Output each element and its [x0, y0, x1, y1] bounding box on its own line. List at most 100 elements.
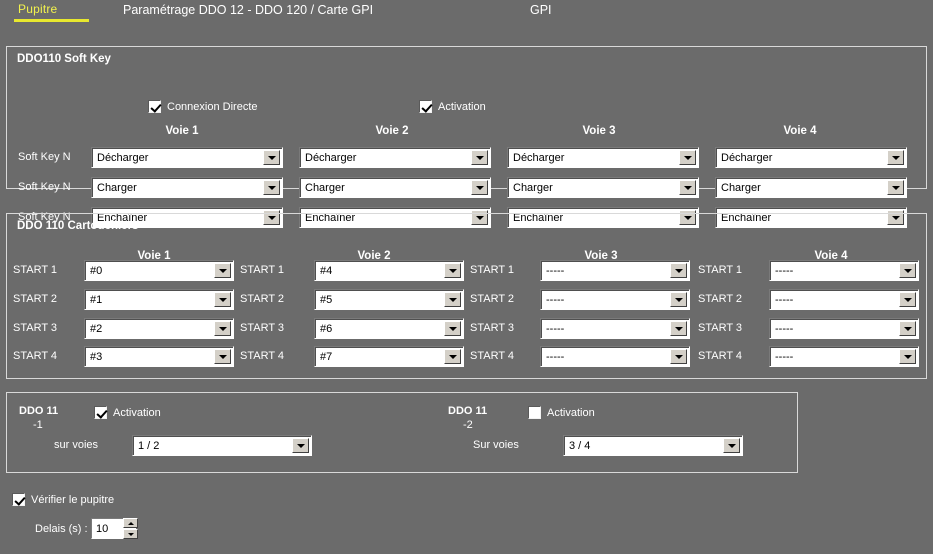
chevron-down-icon[interactable]: [214, 292, 231, 307]
cartouchiers-combo-start3-voie3[interactable]: -----: [540, 318, 690, 339]
delais-label: Delais (s) :: [35, 523, 88, 535]
chevron-down-icon[interactable]: [670, 321, 687, 336]
chevron-down-icon[interactable]: [670, 349, 687, 364]
tab-pupitre-underline: [14, 19, 89, 22]
softkey-activation-label: Activation: [438, 100, 486, 113]
cartouchiers-combo-start1-voie1[interactable]: #0: [84, 260, 234, 281]
softkey-combo-r2-voie3[interactable]: Charger: [507, 177, 699, 198]
softkey-combo-r1-voie4[interactable]: Décharger: [715, 147, 907, 168]
softkey-combo-r2-voie1[interactable]: Charger: [91, 177, 283, 198]
cartouchiers-row-label-2-voie2: START 2: [240, 293, 285, 305]
cartouchiers-combo-start4-voie2-value: #7: [320, 350, 333, 363]
chevron-down-icon[interactable]: [723, 438, 740, 453]
chevron-down-icon[interactable]: [444, 321, 461, 336]
softkey-combo-r1-voie3-value: Décharger: [513, 151, 565, 164]
softkey-combo-r1-voie1[interactable]: Décharger: [91, 147, 283, 168]
chevron-down-icon[interactable]: [263, 150, 280, 165]
cartouchiers-combo-start3-voie4[interactable]: -----: [769, 318, 919, 339]
softkey-combo-r1-voie3[interactable]: Décharger: [507, 147, 699, 168]
softkey-col-header-voie1: Voie 1: [165, 125, 199, 137]
delais-stepper-buttons[interactable]: [123, 518, 138, 539]
ddo11-left-voies-combo[interactable]: 1 / 2: [132, 435, 312, 456]
tab-pupitre[interactable]: Pupitre: [18, 2, 57, 18]
cartouchiers-combo-start2-voie4-value: -----: [775, 293, 794, 306]
cartouchiers-row-label-4-voie2: START 4: [240, 350, 285, 362]
chevron-down-icon[interactable]: [899, 321, 916, 336]
cartouchiers-combo-start2-voie3-value: -----: [546, 293, 565, 306]
cartouchiers-combo-start2-voie2[interactable]: #5: [314, 289, 464, 310]
ddo11-right-activation-label: Activation: [547, 406, 595, 419]
cartouchiers-row-label-3-voie3: START 3: [470, 322, 515, 334]
chevron-down-icon[interactable]: [444, 349, 461, 364]
ddo11-right-voies-combo[interactable]: 3 / 4: [563, 435, 743, 456]
chevron-down-icon[interactable]: [899, 292, 916, 307]
chevron-down-icon[interactable]: [679, 180, 696, 195]
cartouchiers-combo-start4-voie4[interactable]: -----: [769, 346, 919, 367]
chevron-down-icon[interactable]: [444, 292, 461, 307]
chevron-down-icon[interactable]: [292, 438, 309, 453]
chevron-down-icon[interactable]: [471, 180, 488, 195]
cartouchiers-panel: DDO 110 Cartouchiers Voie 1 Voie 2 Voie …: [6, 213, 927, 379]
softkey-combo-r2-voie2[interactable]: Charger: [299, 177, 491, 198]
cartouchiers-combo-start3-voie4-value: -----: [775, 322, 794, 335]
cartouchiers-combo-start3-voie1[interactable]: #2: [84, 318, 234, 339]
chevron-down-icon[interactable]: [679, 150, 696, 165]
softkey-col-header-voie2: Voie 2: [375, 125, 409, 137]
chevron-down-icon[interactable]: [214, 321, 231, 336]
verifier-pupitre-checkbox[interactable]: Vérifier le pupitre: [12, 493, 114, 506]
chevron-down-icon[interactable]: [670, 263, 687, 278]
top-bar: Pupitre Paramétrage DDO 12 - DDO 120 / C…: [0, 0, 933, 30]
cartouchiers-row-label-1-voie1: START 1: [13, 264, 58, 276]
cartouchiers-combo-start4-voie1-value: #3: [90, 350, 103, 363]
chevron-down-icon[interactable]: [214, 263, 231, 278]
chevron-down-icon[interactable]: [887, 150, 904, 165]
connexion-directe-label: Connexion Directe: [167, 100, 258, 113]
softkey-combo-r2-voie2-value: Charger: [305, 181, 345, 194]
connexion-directe-checkbox[interactable]: Connexion Directe: [148, 100, 258, 113]
chevron-down-icon[interactable]: [444, 263, 461, 278]
ddo11-left-activation-checkbox[interactable]: Activation: [94, 406, 161, 419]
cartouchiers-combo-start1-voie2[interactable]: #4: [314, 260, 464, 281]
chevron-down-icon[interactable]: [670, 292, 687, 307]
cartouchiers-row-label-2-voie1: START 2: [13, 293, 58, 305]
chevron-down-icon[interactable]: [887, 180, 904, 195]
cartouchiers-combo-start1-voie3-value: -----: [546, 264, 565, 277]
softkey-combo-r1-voie2[interactable]: Décharger: [299, 147, 491, 168]
cartouchiers-combo-start1-voie3[interactable]: -----: [540, 260, 690, 281]
cartouchiers-row-label-2-voie3: START 2: [470, 293, 515, 305]
chevron-down-icon[interactable]: [214, 349, 231, 364]
softkey-combo-r2-voie1-value: Charger: [97, 181, 137, 194]
softkey-combo-r1-voie2-value: Décharger: [305, 151, 357, 164]
softkey-panel-title: DDO110 Soft Key: [17, 53, 111, 65]
cartouchiers-combo-start2-voie2-value: #5: [320, 293, 333, 306]
stepper-down-icon[interactable]: [123, 529, 138, 539]
checkbox-box-softkey-activation: [419, 100, 432, 113]
ddo11-left-voies-label: sur voies: [54, 439, 99, 451]
softkey-col-header-voie3: Voie 3: [582, 125, 616, 137]
chevron-down-icon[interactable]: [263, 180, 280, 195]
softkey-activation-checkbox[interactable]: Activation: [419, 100, 486, 113]
softkey-row-label-2: Soft Key N: [18, 181, 71, 193]
cartouchiers-combo-start3-voie2[interactable]: #6: [314, 318, 464, 339]
softkey-combo-r2-voie4[interactable]: Charger: [715, 177, 907, 198]
cartouchiers-combo-start1-voie4[interactable]: -----: [769, 260, 919, 281]
page-title: Paramétrage DDO 12 - DDO 120 / Carte GPI: [123, 3, 374, 17]
ddo11-right-activation-checkbox[interactable]: Activation: [528, 406, 595, 419]
cartouchiers-panel-title: DDO 110 Cartouchiers: [17, 220, 139, 232]
cartouchiers-combo-start2-voie3[interactable]: -----: [540, 289, 690, 310]
stepper-up-icon[interactable]: [123, 518, 138, 528]
cartouchiers-combo-start4-voie2[interactable]: #7: [314, 346, 464, 367]
chevron-down-icon[interactable]: [899, 263, 916, 278]
cartouchiers-combo-start4-voie3[interactable]: -----: [540, 346, 690, 367]
cartouchiers-combo-start2-voie4[interactable]: -----: [769, 289, 919, 310]
ddo11-left-subtitle: -1: [33, 419, 43, 431]
chevron-down-icon[interactable]: [471, 150, 488, 165]
cartouchiers-combo-start3-voie2-value: #6: [320, 322, 333, 335]
cartouchiers-combo-start2-voie1[interactable]: #1: [84, 289, 234, 310]
cartouchiers-row-label-3-voie1: START 3: [13, 322, 58, 334]
ddo11-right-subtitle: -2: [463, 419, 473, 431]
chevron-down-icon[interactable]: [899, 349, 916, 364]
cartouchiers-row-label-3-voie4: START 3: [698, 322, 743, 334]
cartouchiers-combo-start4-voie1[interactable]: #3: [84, 346, 234, 367]
cartouchiers-combo-start3-voie1-value: #2: [90, 322, 103, 335]
